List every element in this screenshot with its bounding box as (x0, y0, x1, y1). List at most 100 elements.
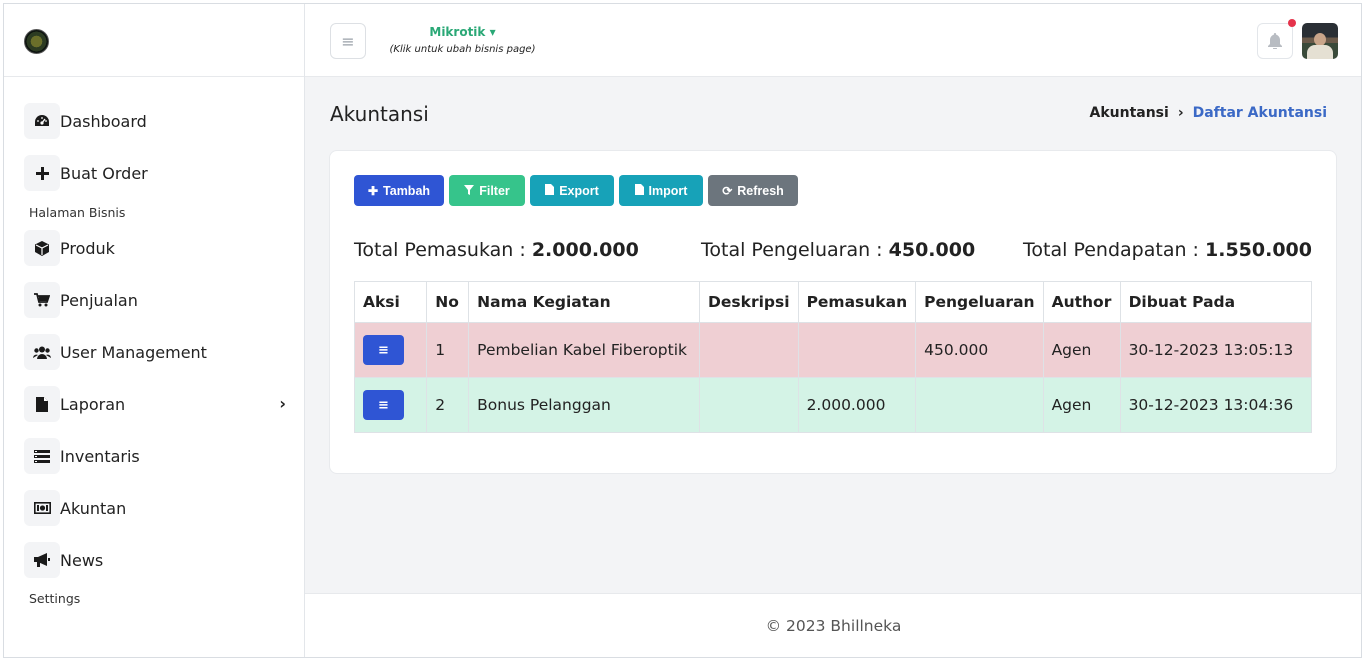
total-pemasukan: Total Pemasukan : 2.000.000 (354, 239, 639, 261)
page-title: Akuntansi (330, 102, 429, 126)
sidebar-item-label: News (60, 550, 104, 570)
business-name: Mikrotik (429, 25, 486, 39)
notification-button[interactable] (1257, 19, 1296, 59)
total-pemasukan-label: Total Pemasukan : (354, 239, 526, 261)
brand-area (4, 4, 304, 77)
brand-logo-icon[interactable] (24, 29, 49, 54)
cell-deskripsi (699, 322, 799, 378)
bell-icon (1268, 33, 1282, 49)
refresh-icon: ⟳ (722, 183, 733, 198)
sidebar-item-label: Penjualan (60, 290, 138, 310)
column-header-no: No (426, 281, 470, 323)
sidebar-item-label: Akuntan (60, 498, 127, 518)
caret-down-icon: ▾ (489, 25, 496, 39)
filter-label: Filter (479, 183, 510, 198)
box-icon (24, 230, 60, 266)
total-pengeluaran-label: Total Pengeluaran : (701, 239, 883, 261)
toolbar: ✚ Tambah Filter Export Import ⟳ Refresh (354, 175, 803, 206)
sidebar-item-label: Laporan (60, 394, 126, 414)
cell-pengeluaran: 450.000 (915, 322, 1044, 378)
tambah-button[interactable]: ✚ Tambah (354, 175, 444, 206)
sidebar-item-label: Buat Order (60, 163, 148, 183)
menu-icon: ≡ (378, 342, 389, 358)
cell-aksi: ≡ (353, 322, 428, 378)
sidebar-item-label: Inventaris (60, 446, 140, 466)
file-icon (24, 386, 60, 422)
footer: © 2023 Bhillneka (305, 593, 1361, 657)
hamburger-icon[interactable]: ≡ (330, 23, 366, 59)
cell-nama-kegiatan: Bonus Pelanggan (468, 377, 701, 433)
column-header-author: Author (1042, 281, 1121, 323)
row-menu-button[interactable]: ≡ (363, 390, 404, 420)
cell-deskripsi (699, 377, 799, 433)
sidebar-item-label: User Management (60, 342, 207, 362)
refresh-button[interactable]: ⟳ Refresh (708, 175, 798, 206)
cell-dibuat-pada: 30-12-2023 13:04:36 (1119, 377, 1313, 433)
column-header-aksi: Aksi (353, 281, 428, 323)
refresh-label: Refresh (737, 183, 784, 198)
file-icon (634, 183, 644, 198)
total-pengeluaran: Total Pengeluaran : 450.000 (701, 239, 975, 261)
import-button[interactable]: Import (619, 175, 703, 206)
user-avatar[interactable] (1302, 23, 1338, 59)
business-switcher[interactable]: Mikrotik ▾ (Klik untuk ubah bisnis page) (385, 25, 540, 55)
top-header: ≡ Mikrotik ▾ (Klik untuk ubah bisnis pag… (305, 4, 1361, 77)
total-pendapatan-value: 1.550.000 (1205, 239, 1312, 261)
sidebar-item-buat-order[interactable]: Buat Order (24, 155, 294, 191)
megaphone-icon (24, 542, 60, 578)
cell-pengeluaran (915, 377, 1044, 433)
sidebar-item-user-management[interactable]: User Management (24, 334, 294, 370)
column-header-nama-kegiatan: Nama Kegiatan (468, 281, 701, 323)
column-header-dibuat-pada: Dibuat Pada (1119, 281, 1313, 323)
users-icon (24, 334, 60, 370)
sidebar-item-penjualan[interactable]: Penjualan (24, 282, 294, 318)
money-icon (24, 490, 60, 526)
sidebar: Dashboard Buat Order Halaman Bisnis Prod… (4, 4, 305, 657)
total-pengeluaran-value: 450.000 (888, 239, 976, 261)
total-pendapatan-label: Total Pendapatan : (1023, 239, 1199, 261)
cell-no: 1 (426, 322, 470, 378)
copyright-text: © 2023 Bhillneka (765, 616, 902, 635)
sidebar-item-akuntan[interactable]: Akuntan (24, 490, 294, 526)
accounting-card: ✚ Tambah Filter Export Import ⟳ Refresh … (329, 150, 1337, 474)
import-label: Import (648, 183, 688, 198)
menu-icon: ≡ (378, 397, 389, 413)
section-label-settings: Settings (29, 591, 81, 606)
business-name-row: Mikrotik ▾ (385, 25, 540, 39)
sidebar-item-news[interactable]: News (24, 542, 294, 578)
table-row: ≡ 2 Bonus Pelanggan 2.000.000 Agen 30-12… (353, 377, 1313, 433)
dashboard-icon (24, 103, 60, 139)
list-icon (24, 438, 60, 474)
export-label: Export (559, 183, 599, 198)
column-header-pengeluaran: Pengeluaran (915, 281, 1044, 323)
tambah-label: Tambah (383, 183, 431, 198)
cell-pemasukan (797, 322, 917, 378)
column-header-deskripsi: Deskripsi (699, 281, 799, 323)
sidebar-item-laporan[interactable]: Laporan › (24, 386, 294, 422)
cell-nama-kegiatan: Pembelian Kabel Fiberoptik (468, 322, 701, 378)
filter-icon (464, 184, 475, 198)
table-header-row: Aksi No Nama Kegiatan Deskripsi Pemasuka… (353, 281, 1313, 323)
sidebar-item-label: Produk (60, 238, 115, 258)
accounting-table: Aksi No Nama Kegiatan Deskripsi Pemasuka… (353, 281, 1313, 433)
app-window: Dashboard Buat Order Halaman Bisnis Prod… (3, 3, 1362, 658)
filter-button[interactable]: Filter (449, 175, 525, 206)
breadcrumb: Akuntansi › Daftar Akuntansi (1089, 105, 1327, 121)
sidebar-item-dashboard[interactable]: Dashboard (24, 103, 294, 139)
plus-icon: ✚ (367, 183, 379, 198)
sidebar-item-label: Dashboard (60, 111, 147, 131)
row-menu-button[interactable]: ≡ (363, 335, 404, 365)
table-row: ≡ 1 Pembelian Kabel Fiberoptik 450.000 A… (353, 322, 1313, 378)
chevron-right-icon: › (279, 394, 286, 413)
cart-icon (24, 282, 60, 318)
cell-author: Agen (1042, 377, 1121, 433)
total-pendapatan: Total Pendapatan : 1.550.000 (1023, 239, 1312, 261)
breadcrumb-item-parent[interactable]: Akuntansi (1089, 105, 1168, 121)
plus-icon (24, 155, 60, 191)
chevron-right-icon: › (1177, 105, 1184, 121)
sidebar-item-inventaris[interactable]: Inventaris (24, 438, 294, 474)
cell-dibuat-pada: 30-12-2023 13:05:13 (1119, 322, 1313, 378)
sidebar-item-produk[interactable]: Produk (24, 230, 294, 266)
cell-pemasukan: 2.000.000 (797, 377, 917, 433)
export-button[interactable]: Export (530, 175, 614, 206)
